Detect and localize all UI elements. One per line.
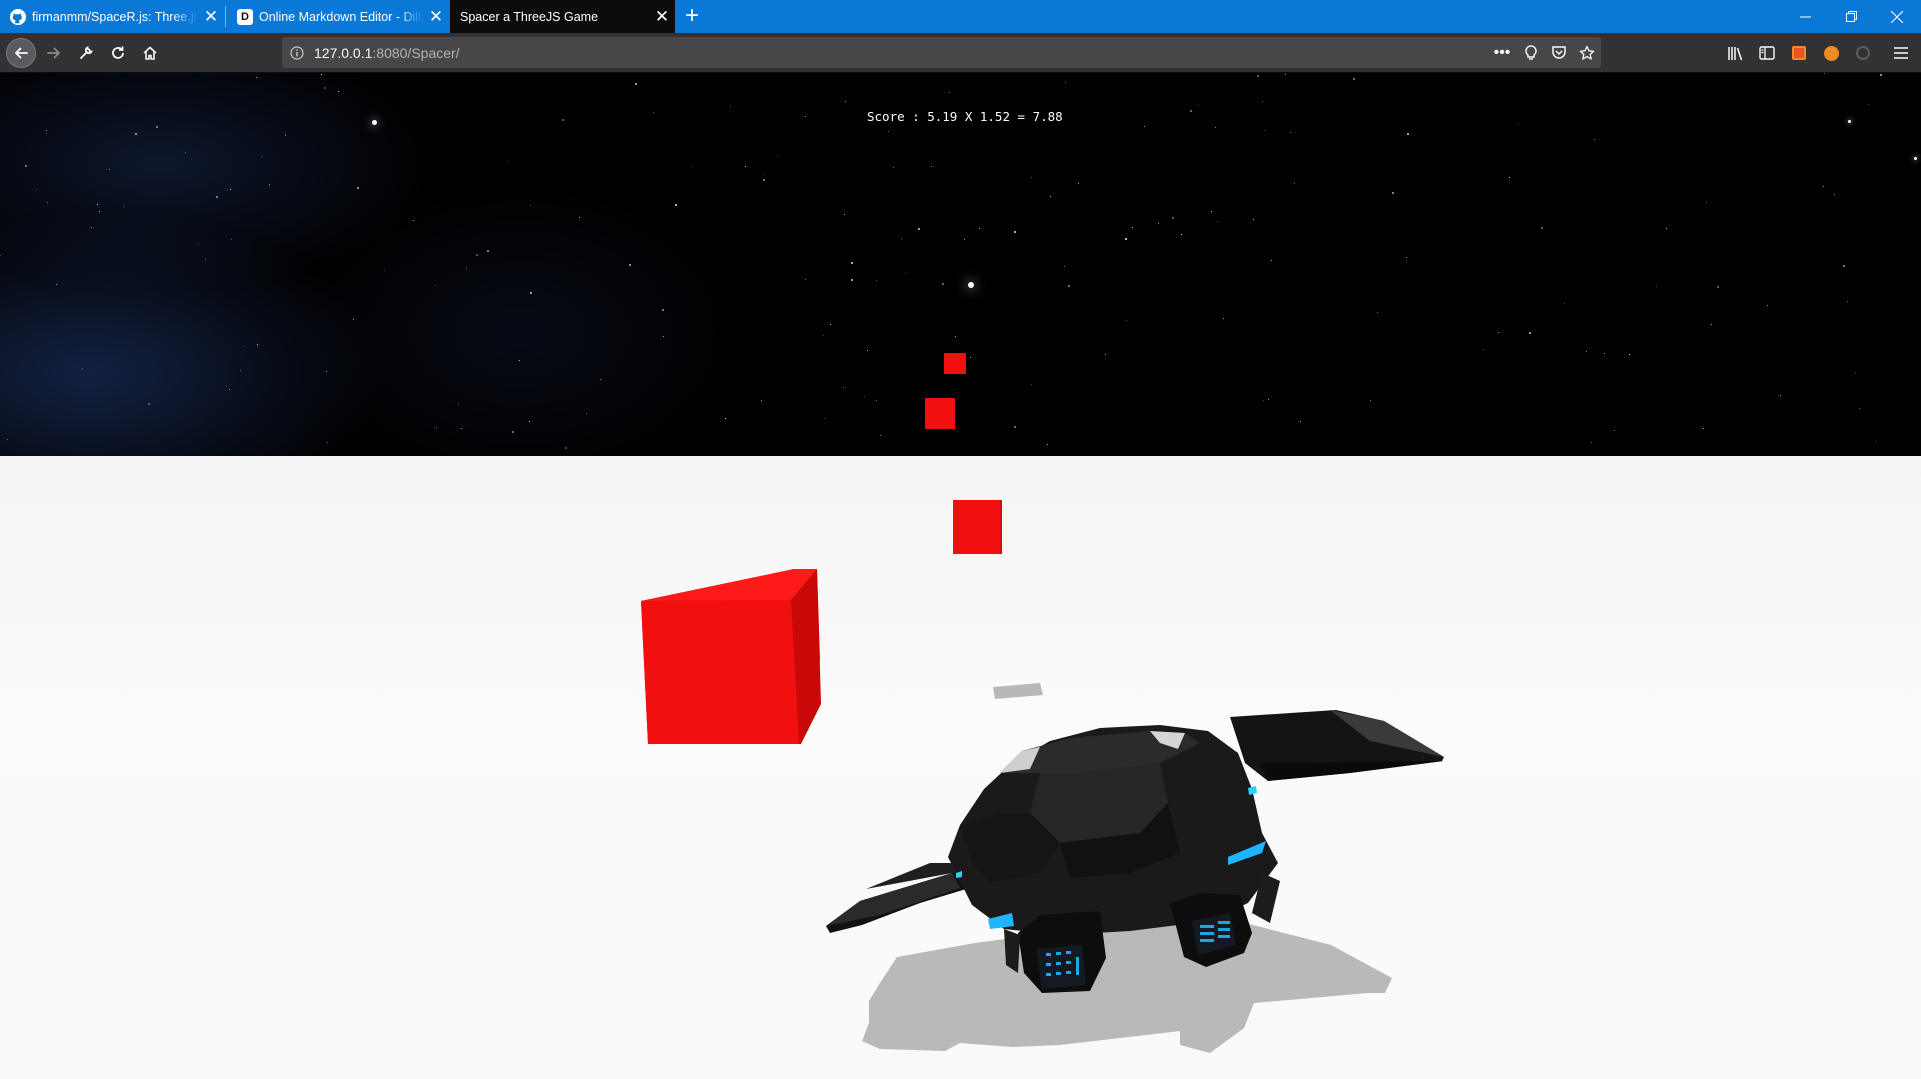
red-cube-obstacle-large [641,569,821,744]
tab-label: firmanmm/SpaceR.js: Three.js Game [32,9,198,24]
tab-separator [225,6,226,27]
tab-label: Online Markdown Editor - Dillinger [259,9,423,24]
navigation-toolbar: 127.0.0.1:8080/Spacer/ ••• [0,33,1921,73]
new-tab-icon[interactable]: + [679,2,705,29]
sidebar-icon[interactable] [1752,38,1782,68]
tab-spacer-active[interactable]: Spacer a ThreeJS Game ✕ [450,0,675,33]
library-icon[interactable] [1720,38,1750,68]
game-canvas[interactable]: Score : 5.19 X 1.52 = 7.88 [0,73,1921,1079]
title-bar: firmanmm/SpaceR.js: Three.js Game ✕ D On… [0,0,1921,33]
extension-disabled-icon[interactable] [1848,38,1878,68]
url-text[interactable]: 127.0.0.1:8080/Spacer/ [314,45,460,61]
site-info-icon[interactable] [282,37,312,68]
url-host: 127.0.0.1 [314,44,373,61]
extension-orange-circle-icon[interactable] [1816,38,1846,68]
grey-debris [993,683,1043,699]
wrench-icon[interactable] [71,38,101,68]
ship-shadow [862,921,1392,1053]
scene-3d-layer [641,569,1444,1053]
close-window-icon[interactable] [1874,0,1920,33]
bookmark-star-icon[interactable] [1573,37,1601,68]
forward-arrow-icon[interactable] [39,38,69,68]
minimize-icon[interactable] [1782,0,1828,33]
pocket-icon[interactable] [1545,37,1573,68]
home-icon[interactable] [135,38,165,68]
close-tab-icon[interactable]: ✕ [423,4,449,30]
tab-dillinger[interactable]: D Online Markdown Editor - Dillinger ✕ [227,0,449,33]
back-arrow-icon[interactable] [6,38,36,68]
page-actions-icon[interactable]: ••• [1488,37,1516,68]
close-tab-icon[interactable]: ✕ [649,4,675,30]
tab-label: Spacer a ThreeJS Game [460,9,599,24]
lightbulb-icon[interactable] [1517,37,1545,68]
close-tab-icon[interactable]: ✕ [198,4,224,30]
restore-icon[interactable] [1828,0,1874,33]
extension-orange-square-icon[interactable] [1784,38,1814,68]
url-bar[interactable]: 127.0.0.1:8080/Spacer/ ••• [282,37,1601,68]
menu-hamburger-icon[interactable] [1886,38,1916,68]
dillinger-icon: D [237,8,253,25]
github-icon [10,8,26,25]
reload-icon[interactable] [103,38,133,68]
tab-github[interactable]: firmanmm/SpaceR.js: Three.js Game ✕ [0,0,224,33]
url-path: :8080/Spacer/ [372,44,460,61]
